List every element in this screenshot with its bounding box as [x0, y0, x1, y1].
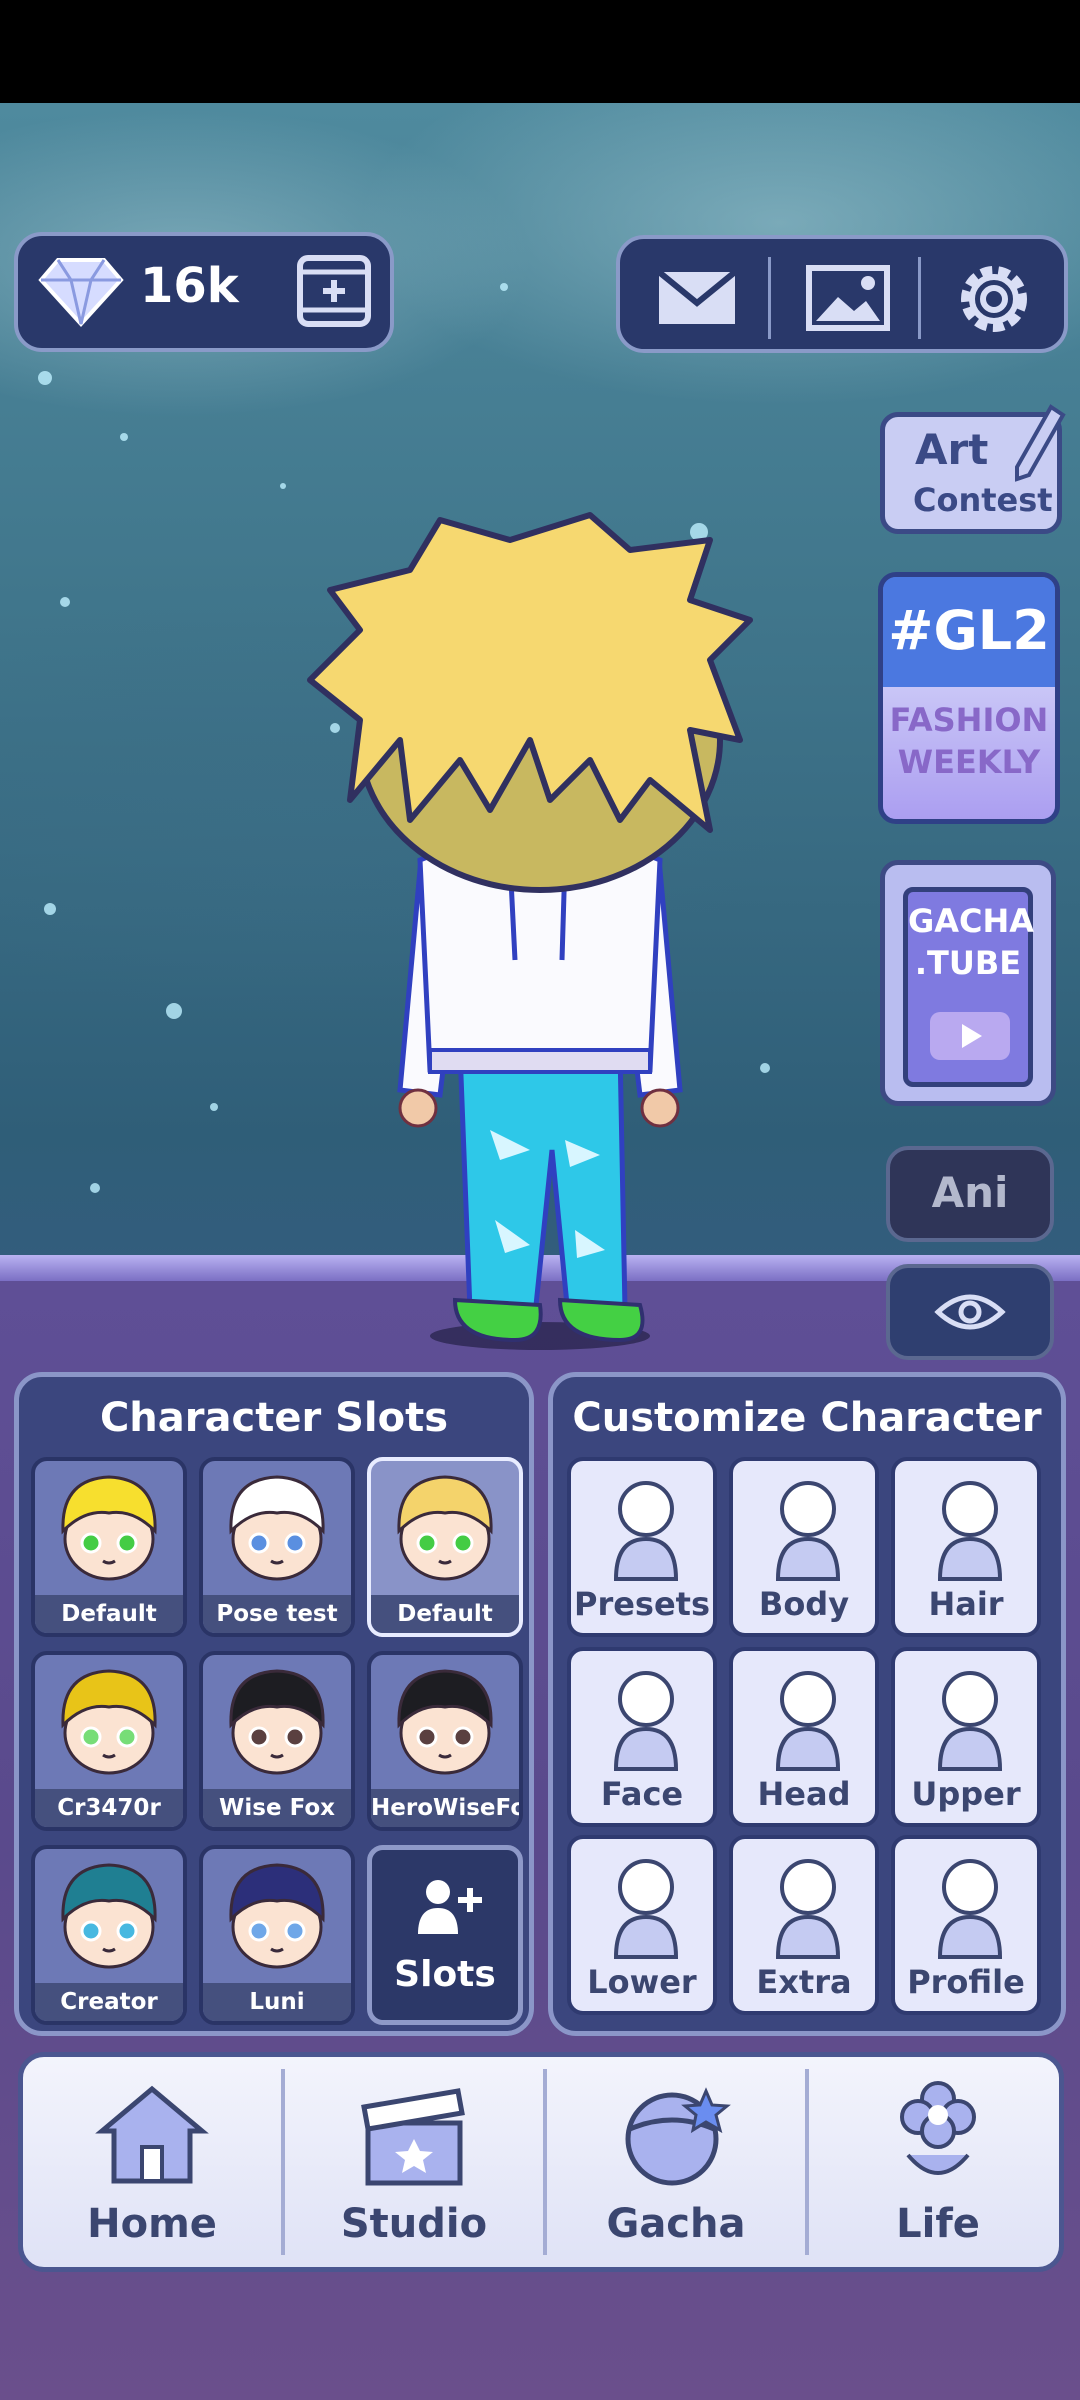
customize-upper-button[interactable]: Upper	[891, 1647, 1041, 1827]
presets-icon	[613, 1481, 679, 1581]
ani-button[interactable]: Ani	[886, 1146, 1054, 1242]
customize-label: Body	[758, 1585, 850, 1623]
flower-icon	[900, 2081, 976, 2175]
customize-label: Extra	[756, 1963, 852, 2001]
customize-label: Face	[600, 1775, 684, 1813]
nav-home-label: Home	[87, 2201, 217, 2247]
eye-icon	[934, 1294, 1006, 1330]
character-slot[interactable]: Creator Luni	[31, 1845, 187, 2025]
character-slot[interactable]: Cr3470r L30n	[31, 1651, 187, 1831]
character-slot-name: Creator Luni	[35, 1983, 183, 2021]
character-slot-name: Pose test	[203, 1595, 351, 1633]
art-contest-line2: Contest	[913, 481, 1053, 519]
body-icon	[775, 1481, 841, 1581]
nav-studio-label: Studio	[340, 2201, 488, 2247]
customize-label: Head	[757, 1775, 851, 1813]
add-slots-label: Slots	[394, 1954, 496, 1995]
play-icon	[930, 1012, 1010, 1060]
character-portrait-icon	[229, 1475, 325, 1581]
nav-studio[interactable]: Studio	[285, 2057, 543, 2267]
character-slot[interactable]: Pose test	[199, 1457, 355, 1637]
character-portrait-icon	[61, 1669, 157, 1775]
add-user-icon	[418, 1880, 482, 1934]
clapperboard-icon	[361, 2088, 465, 2186]
customize-profile-button[interactable]: Profile	[891, 1835, 1041, 2015]
customize-lower-button[interactable]: Lower	[567, 1835, 717, 2015]
customize-character-title: Customize Character	[572, 1395, 1042, 1441]
nav-life[interactable]: Life	[809, 2057, 1067, 2267]
pencil-icon	[1015, 404, 1066, 482]
hair-icon	[937, 1481, 1003, 1581]
top-actions-bar	[616, 235, 1068, 353]
add-slots-button[interactable]: Slots	[367, 1845, 523, 2025]
character-portrait-icon	[61, 1475, 157, 1581]
character-slot[interactable]: Luni	[199, 1845, 355, 2025]
gacha-tube-button[interactable]: GACHA .TUBE	[880, 860, 1056, 1106]
upper-icon	[937, 1671, 1003, 1771]
art-contest-line1: Art	[915, 425, 989, 474]
character-slot-name: Default Boy	[371, 1595, 519, 1633]
customize-presets-button[interactable]: Presets	[567, 1457, 717, 1637]
status-bar	[0, 0, 1080, 103]
character-slots-title: Character Slots	[99, 1395, 449, 1441]
character-portrait-icon	[397, 1669, 493, 1775]
character-slot[interactable]: Default Boy	[367, 1457, 523, 1637]
nav-life-label: Life	[896, 2201, 980, 2247]
gacha-tube-line1: GACHA	[908, 902, 1035, 940]
customize-label: Profile	[907, 1963, 1025, 2001]
customize-body-button[interactable]: Body	[729, 1457, 879, 1637]
ani-label: Ani	[931, 1168, 1009, 1217]
add-video-icon[interactable]	[296, 252, 372, 330]
character-portrait-icon	[229, 1863, 325, 1969]
customize-head-button[interactable]: Head	[729, 1647, 879, 1827]
character-slot[interactable]: Wise Fox	[199, 1651, 355, 1831]
nav-gacha[interactable]: Gacha	[547, 2057, 805, 2267]
diamond-icon	[38, 258, 124, 327]
customize-hair-button[interactable]: Hair	[891, 1457, 1041, 1637]
currency-panel: 16k	[14, 232, 394, 352]
character-portrait-icon	[397, 1475, 493, 1581]
profile-icon	[937, 1859, 1003, 1959]
extra-icon	[775, 1859, 841, 1959]
nav-gacha-label: Gacha	[606, 2201, 746, 2247]
customize-face-button[interactable]: Face	[567, 1647, 717, 1827]
customize-label: Lower	[587, 1963, 697, 2001]
gl2-tag: #GL2	[888, 599, 1050, 662]
gear-icon[interactable]	[954, 259, 1034, 339]
customize-extra-button[interactable]: Extra	[729, 1835, 879, 2015]
fashion-weekly-button[interactable]: #GL2 FASHION WEEKLY	[878, 572, 1060, 824]
character-figure[interactable]	[290, 510, 770, 1360]
house-icon	[95, 2085, 209, 2184]
character-portrait-icon	[229, 1669, 325, 1775]
gacha-ball-icon	[625, 2087, 731, 2186]
gacha-tube-line2: .TUBE	[914, 944, 1022, 982]
fashion-label: FASHION	[889, 701, 1049, 739]
gallery-icon[interactable]	[806, 265, 890, 331]
head-icon	[775, 1671, 841, 1771]
character-slot[interactable]: HeroWiseFox	[367, 1651, 523, 1831]
weekly-label: WEEKLY	[897, 743, 1041, 781]
lower-icon	[613, 1859, 679, 1959]
character-slot-name: Cr3470r L30n	[35, 1789, 183, 1827]
character-slot-name: HeroWiseFox	[371, 1789, 519, 1827]
customize-label: Hair	[928, 1585, 1004, 1623]
character-slot-name: Luni	[203, 1983, 351, 2021]
character-slot-name: Wise Fox	[203, 1789, 351, 1827]
nav-home[interactable]: Home	[23, 2057, 281, 2267]
customize-label: Upper	[911, 1775, 1021, 1813]
character-slot[interactable]: Default Boy	[31, 1457, 187, 1637]
art-contest-button[interactable]: Art Contest	[880, 404, 1066, 534]
character-slots-panel: Character Slots Default Boy Pose test Defa…	[14, 1372, 534, 2036]
mail-icon[interactable]	[656, 269, 738, 327]
character-portrait-icon	[61, 1863, 157, 1969]
customize-label: Presets	[573, 1585, 711, 1623]
toggle-ui-button[interactable]	[886, 1264, 1054, 1360]
customize-character-panel: Customize Character Presets Body Hair Face H…	[548, 1372, 1066, 2036]
character-slot-name: Default Boy	[35, 1595, 183, 1633]
gem-count: 16k	[140, 258, 239, 314]
face-icon	[613, 1671, 679, 1771]
bottom-nav: Home Studio Gacha Life	[18, 2052, 1064, 2272]
